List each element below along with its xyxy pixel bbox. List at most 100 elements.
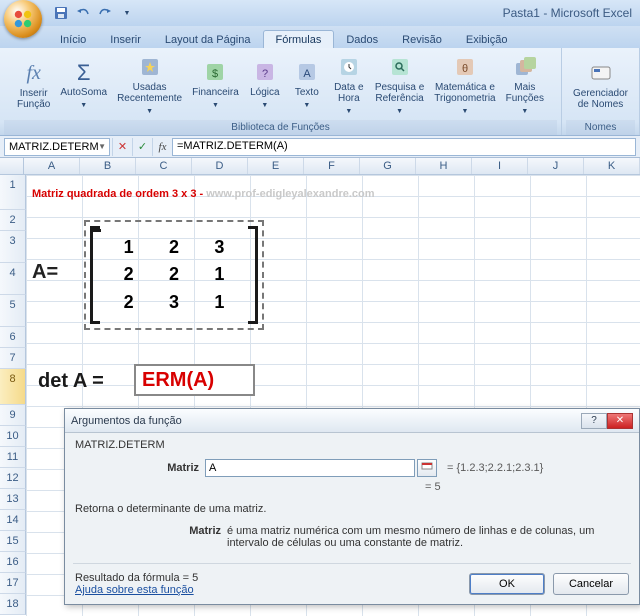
svg-text:A: A — [303, 68, 311, 80]
qat-undo-icon[interactable] — [74, 4, 92, 22]
col-header[interactable]: B — [80, 158, 136, 174]
title-bar: ▼ Pasta1 - Microsoft Excel — [0, 0, 640, 26]
row-header[interactable]: 11 — [0, 447, 26, 468]
col-header[interactable]: A — [24, 158, 80, 174]
fx-icon: fx — [21, 60, 47, 86]
insert-function-button[interactable]: fxInserir Função — [13, 58, 54, 112]
cancel-formula-icon[interactable]: ✕ — [112, 138, 132, 156]
row-header[interactable]: 16 — [0, 552, 26, 573]
det-label: det A = — [38, 370, 104, 393]
row-header[interactable]: 17 — [0, 573, 26, 594]
row-header[interactable]: 15 — [0, 531, 26, 552]
matrix-cell: 2 — [151, 234, 196, 261]
ok-button[interactable]: OK — [469, 573, 545, 595]
row-header[interactable]: 9 — [0, 405, 26, 426]
matrix-cell: 1 — [197, 289, 242, 316]
dialog-help-icon[interactable]: ? — [581, 413, 607, 429]
dialog-close-icon[interactable]: ✕ — [607, 413, 633, 429]
quick-access-toolbar: ▼ — [52, 4, 136, 22]
row-header[interactable]: 10 — [0, 426, 26, 447]
window-title: Pasta1 - Microsoft Excel — [503, 6, 632, 20]
row-header[interactable]: 8 — [0, 369, 26, 405]
formula-input[interactable]: =MATRIZ.DETERM(A) — [172, 138, 636, 156]
qat-save-icon[interactable] — [52, 4, 70, 22]
function-name: MATRIZ.DETERM — [75, 439, 629, 451]
matrix-cell: 1 — [197, 261, 242, 288]
left-bracket-icon — [90, 226, 100, 324]
qat-redo-icon[interactable] — [96, 4, 114, 22]
row-header[interactable]: 3 — [0, 231, 26, 263]
book-question-icon: ? — [252, 59, 278, 85]
ribbon-tabs: Início Inserir Layout da Página Fórmulas… — [0, 26, 640, 48]
office-button[interactable] — [4, 0, 42, 38]
matrix-cell: 3 — [197, 234, 242, 261]
row-header[interactable]: 6 — [0, 327, 26, 348]
function-description: Retorna o determinante de uma matriz. — [75, 503, 629, 515]
col-header[interactable]: E — [248, 158, 304, 174]
active-cell[interactable]: ERM(A) — [134, 364, 255, 396]
col-header[interactable]: G — [360, 158, 416, 174]
math-trig-button[interactable]: θMatemática e Trigonometria▼ — [430, 52, 499, 119]
group-caption-library: Biblioteca de Funções — [4, 120, 557, 135]
row-header[interactable]: 14 — [0, 510, 26, 531]
collapse-dialog-icon[interactable] — [417, 459, 437, 477]
column-headers: A B C D E F G H I J K — [0, 158, 640, 175]
dialog-titlebar[interactable]: Argumentos da função ? ✕ — [65, 409, 639, 433]
qat-customize-icon[interactable]: ▼ — [118, 4, 136, 22]
book-money-icon: $ — [202, 59, 228, 85]
row-header[interactable]: 2 — [0, 210, 26, 231]
col-header[interactable]: F — [304, 158, 360, 174]
worksheet-grid[interactable]: 1 2 3 4 5 6 7 8 9 10 11 12 13 14 15 16 1… — [0, 175, 640, 616]
fx-icon[interactable]: fx — [152, 138, 172, 156]
tab-inicio[interactable]: Início — [48, 31, 98, 48]
more-functions-button[interactable]: Mais Funções▼ — [502, 52, 548, 119]
svg-text:?: ? — [262, 68, 268, 80]
row-header[interactable]: 18 — [0, 594, 26, 615]
tab-revisao[interactable]: Revisão — [390, 31, 454, 48]
datetime-button[interactable]: Data e Hora▼ — [329, 52, 369, 119]
sigma-icon: Σ — [71, 59, 97, 85]
help-link[interactable]: Ajuda sobre esta função — [75, 584, 194, 596]
col-header[interactable]: J — [528, 158, 584, 174]
enter-formula-icon[interactable]: ✓ — [132, 138, 152, 156]
row-header[interactable]: 5 — [0, 295, 26, 327]
name-tag-icon — [588, 60, 614, 86]
tab-formulas[interactable]: Fórmulas — [263, 30, 335, 48]
logical-button[interactable]: ?Lógica▼ — [245, 57, 285, 113]
col-header[interactable]: K — [584, 158, 640, 174]
name-manager-button[interactable]: Gerenciador de Nomes — [569, 58, 632, 112]
row-header[interactable]: 7 — [0, 348, 26, 369]
matrix-cell: 2 — [106, 289, 151, 316]
lookup-button[interactable]: Pesquisa e Referência▼ — [371, 52, 428, 119]
col-header[interactable]: C — [136, 158, 192, 174]
col-header[interactable]: I — [472, 158, 528, 174]
row-header[interactable]: 1 — [0, 175, 26, 210]
col-header[interactable]: H — [416, 158, 472, 174]
col-header[interactable]: D — [192, 158, 248, 174]
financial-button[interactable]: $Financeira▼ — [188, 57, 243, 113]
formula-bar-row: MATRIZ.DETERM▼ ✕ ✓ fx =MATRIZ.DETERM(A) — [0, 136, 640, 158]
cancel-button[interactable]: Cancelar — [553, 573, 629, 595]
recently-used-button[interactable]: Usadas Recentemente▼ — [113, 52, 186, 119]
row-header[interactable]: 13 — [0, 489, 26, 510]
office-logo-icon — [12, 8, 34, 30]
row-header[interactable]: 12 — [0, 468, 26, 489]
tab-layout[interactable]: Layout da Página — [153, 31, 263, 48]
row-header[interactable]: 4 — [0, 263, 26, 295]
matrix-cell: 2 — [151, 261, 196, 288]
chevron-down-icon[interactable]: ▼ — [98, 142, 106, 151]
book-a-icon: A — [294, 59, 320, 85]
autosum-button[interactable]: ΣAutoSoma▼ — [56, 57, 111, 113]
ribbon: fxInserir Função ΣAutoSoma▼ Usadas Recen… — [0, 48, 640, 136]
select-all-corner[interactable] — [0, 158, 24, 174]
tab-exibicao[interactable]: Exibição — [454, 31, 520, 48]
tab-inserir[interactable]: Inserir — [98, 31, 153, 48]
book-star-icon — [137, 54, 163, 80]
text-button[interactable]: ATexto▼ — [287, 57, 327, 113]
matrix-arg-input[interactable] — [205, 459, 415, 477]
name-box[interactable]: MATRIZ.DETERM▼ — [4, 138, 110, 156]
matrix-cell: 1 — [106, 234, 151, 261]
watermark-url: www.prof-edigleyalexandre.com — [206, 188, 374, 200]
tab-dados[interactable]: Dados — [334, 31, 390, 48]
arg-description: é uma matriz numérica com um mesmo númer… — [227, 525, 629, 549]
